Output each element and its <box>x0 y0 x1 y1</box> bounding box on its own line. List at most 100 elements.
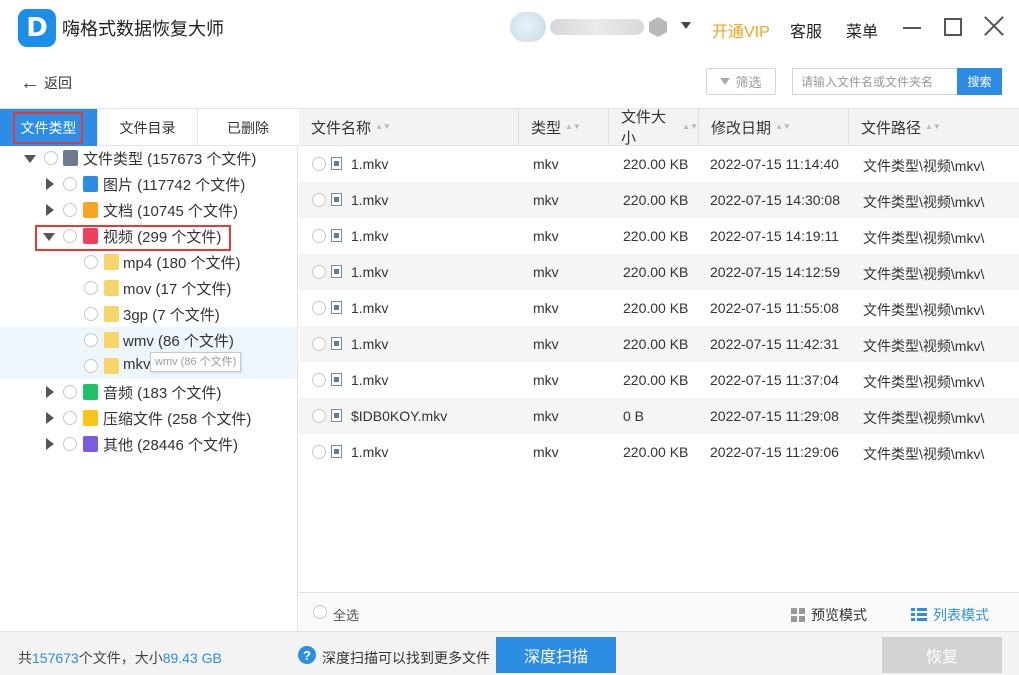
tree-radio[interactable] <box>84 307 98 321</box>
filter-icon <box>720 78 731 85</box>
tree-label: mp4 (180 个文件) <box>123 255 241 272</box>
column-header-size[interactable]: 文件大小 ▲▼ <box>609 109 699 147</box>
expand-arrow-icon[interactable] <box>24 155 36 163</box>
row-radio[interactable] <box>312 409 326 423</box>
customer-service-link[interactable]: 客服 <box>790 18 822 42</box>
vip-link[interactable]: 开通VIP <box>712 18 770 42</box>
list-mode-button[interactable]: 列表模式 <box>911 605 989 625</box>
cell-name: $IDB0KOY.mkv <box>351 408 448 424</box>
video-file-icon <box>331 409 342 422</box>
user-account[interactable] <box>510 12 670 42</box>
folder-icon <box>104 280 119 296</box>
app-logo-icon: D <box>18 9 56 47</box>
cell-path: 文件类型\视频\mkv\ <box>863 266 985 282</box>
table-row[interactable]: 1.mkv mkv 220.00 KB 2022-07-15 11:14:40 文件类型… <box>299 146 1019 182</box>
maximize-icon[interactable] <box>944 18 962 36</box>
column-header-date[interactable]: 修改日期 ▲▼ <box>699 109 849 145</box>
cell-name: 1.mkv <box>351 300 389 316</box>
tree-item-3gp[interactable]: 3gp (7 个文件) <box>0 301 297 327</box>
table-row[interactable]: 1.mkv mkv 220.00 KB 2022-07-15 11:29:06 文件类型… <box>299 434 1019 470</box>
table-row[interactable]: 1.mkv mkv 220.00 KB 2022-07-15 11:55:08 文件类型… <box>299 290 1019 326</box>
tree-item-archives[interactable]: 压缩文件 (258 个文件) <box>0 405 297 431</box>
tree-radio[interactable] <box>63 437 77 451</box>
tree-item-mov[interactable]: mov (17 个文件) <box>0 275 297 301</box>
cell-size: 220.00 KB <box>623 192 689 208</box>
sort-icon: ▲▼ <box>925 122 941 131</box>
select-all-radio[interactable] <box>313 605 327 619</box>
column-header-name[interactable]: 文件名称 ▲▼ <box>299 109 519 145</box>
filter-button[interactable]: 筛选 <box>706 68 776 95</box>
tab-deleted[interactable]: 已删除 <box>198 109 298 146</box>
table-row[interactable]: 1.mkv mkv 220.00 KB 2022-07-15 14:30:08 文件类型… <box>299 182 1019 218</box>
search-button[interactable]: 搜索 <box>957 68 1002 95</box>
deep-scan-hint: 深度扫描可以找到更多文件 <box>322 650 490 666</box>
deep-scan-button[interactable]: 深度扫描 <box>496 637 616 673</box>
sort-icon: ▲▼ <box>682 122 698 131</box>
table-row[interactable]: 1.mkv mkv 220.00 KB 2022-07-15 11:42:31 文件类型… <box>299 326 1019 362</box>
collapse-arrow-icon[interactable] <box>46 178 54 190</box>
tree-radio[interactable] <box>84 255 98 269</box>
tree-radio[interactable] <box>63 411 77 425</box>
table-row[interactable]: 1.mkv mkv 220.00 KB 2022-07-15 14:12:59 文件类型… <box>299 254 1019 290</box>
row-radio[interactable] <box>312 229 326 243</box>
avatar[interactable] <box>510 12 546 42</box>
collapse-arrow-icon[interactable] <box>46 438 54 450</box>
column-header-type[interactable]: 类型 ▲▼ <box>519 109 609 145</box>
minimize-icon[interactable] <box>903 27 921 29</box>
video-file-icon <box>331 373 342 386</box>
tree-radio[interactable] <box>63 385 77 399</box>
back-button[interactable]: ← 返回 <box>20 72 72 94</box>
cell-type: mkv <box>533 408 559 424</box>
collapse-arrow-icon[interactable] <box>46 386 54 398</box>
preview-mode-button[interactable]: 预览模式 <box>791 605 867 625</box>
row-radio[interactable] <box>312 157 326 171</box>
row-radio[interactable] <box>312 445 326 459</box>
video-file-icon <box>331 445 342 458</box>
tab-file-directory[interactable]: 文件目录 <box>98 109 198 146</box>
tree-item-audio[interactable]: 音频 (183 个文件) <box>0 379 297 405</box>
tree-radio[interactable] <box>44 151 58 165</box>
cell-type: mkv <box>533 336 559 352</box>
search-input[interactable] <box>792 68 957 95</box>
row-radio[interactable] <box>312 193 326 207</box>
cell-path: 文件类型\视频\mkv\ <box>863 374 985 390</box>
table-row[interactable]: 1.mkv mkv 220.00 KB 2022-07-15 11:37:04 文件类型… <box>299 362 1019 398</box>
row-radio[interactable] <box>312 373 326 387</box>
video-file-icon <box>331 265 342 278</box>
cell-date: 2022-07-15 11:29:08 <box>710 408 839 424</box>
tooltip: wmv (86 个文件) <box>150 352 242 372</box>
recover-button[interactable]: 恢复 <box>882 637 1002 673</box>
close-icon[interactable] <box>983 15 1005 37</box>
tree-item-images[interactable]: 图片 (117742 个文件) <box>0 171 297 197</box>
tree-item-all-types[interactable]: 文件类型 (157673 个文件) <box>0 145 297 171</box>
video-file-icon <box>331 193 342 206</box>
select-all-label[interactable]: 全选 <box>333 605 359 624</box>
cell-date: 2022-07-15 11:42:31 <box>710 336 839 352</box>
tree-label: 图片 (117742 个文件) <box>103 177 246 194</box>
table-row[interactable]: 1.mkv mkv 220.00 KB 2022-07-15 14:19:11 文件类型… <box>299 218 1019 254</box>
image-icon <box>83 176 98 192</box>
table-row[interactable]: $IDB0KOY.mkv mkv 0 B 2022-07-15 11:29:08 文件类… <box>299 398 1019 434</box>
tree-label: mkv <box>123 356 151 373</box>
tree-item-mkv[interactable]: mkv <box>0 353 297 379</box>
tree-radio[interactable] <box>84 281 98 295</box>
tree-item-wmv[interactable]: wmv (86 个文件) <box>0 327 297 353</box>
tree-radio[interactable] <box>63 203 77 217</box>
collapse-arrow-icon[interactable] <box>46 412 54 424</box>
chevron-down-icon[interactable] <box>681 22 691 29</box>
tree-radio[interactable] <box>84 359 98 373</box>
help-icon[interactable]: ? <box>298 646 316 664</box>
cell-path: 文件类型\视频\mkv\ <box>863 158 985 174</box>
cell-size: 220.00 KB <box>623 336 689 352</box>
collapse-arrow-icon[interactable] <box>46 204 54 216</box>
tree-item-documents[interactable]: 文档 (10745 个文件) <box>0 197 297 223</box>
tree-radio[interactable] <box>84 333 98 347</box>
menu-link[interactable]: 菜单 <box>846 18 878 42</box>
row-radio[interactable] <box>312 301 326 315</box>
column-header-path[interactable]: 文件路径 ▲▼ <box>849 109 1019 145</box>
row-radio[interactable] <box>312 265 326 279</box>
tree-radio[interactable] <box>63 177 77 191</box>
tree-item-mp4[interactable]: mp4 (180 个文件) <box>0 249 297 275</box>
row-radio[interactable] <box>312 337 326 351</box>
tree-item-other[interactable]: 其他 (28446 个文件) <box>0 431 297 457</box>
